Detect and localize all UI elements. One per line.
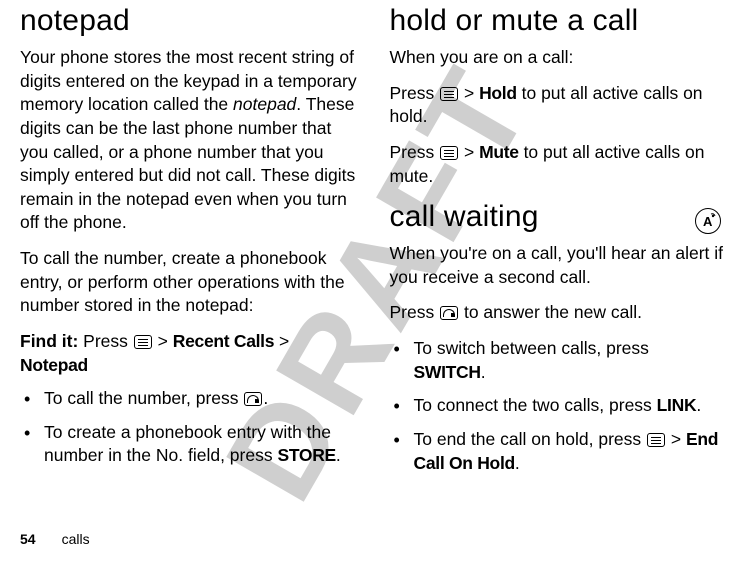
menu-notepad: Notepad bbox=[20, 355, 88, 375]
text: . These digits can be the last phone num… bbox=[20, 94, 355, 232]
text: Press bbox=[390, 302, 440, 322]
call-waiting-bullets: To switch between calls, press SWITCH. T… bbox=[390, 337, 726, 475]
menu-key-icon bbox=[440, 146, 458, 160]
menu-mute: Mute bbox=[479, 142, 519, 162]
svg-text:A: A bbox=[703, 214, 713, 229]
hold-instr: Press > Hold to put all active calls on … bbox=[390, 82, 726, 129]
text: Press bbox=[390, 83, 440, 103]
text: > bbox=[459, 83, 479, 103]
notepad-desc: Your phone stores the most recent string… bbox=[20, 46, 360, 235]
page-footer: 54 calls bbox=[20, 531, 90, 547]
list-item: To switch between calls, press SWITCH. bbox=[414, 337, 726, 384]
heading-call-waiting: call waiting bbox=[390, 200, 726, 234]
text: . bbox=[515, 453, 520, 473]
list-item: To connect the two calls, press LINK. bbox=[414, 394, 726, 418]
text: To end the call on hold, press bbox=[414, 429, 647, 449]
text: > bbox=[666, 429, 686, 449]
text: > bbox=[459, 142, 479, 162]
send-key-icon bbox=[244, 392, 262, 406]
text: . bbox=[696, 395, 701, 415]
feature-availability-icon: A bbox=[695, 208, 721, 234]
menu-recent-calls: Recent Calls bbox=[173, 331, 274, 351]
text: To call the number, press bbox=[44, 388, 243, 408]
menu-key-icon bbox=[647, 433, 665, 447]
on-call-intro: When you are on a call: bbox=[390, 46, 726, 70]
send-key-icon bbox=[440, 306, 458, 320]
list-item: To create a phonebook entry with the num… bbox=[44, 421, 360, 468]
notepad-term: notepad bbox=[233, 94, 296, 114]
page-number: 54 bbox=[20, 531, 36, 547]
text: To connect the two calls, press bbox=[414, 395, 657, 415]
text: > bbox=[153, 331, 173, 351]
left-column: notepad Your phone stores the most recen… bbox=[20, 0, 378, 565]
call-waiting-desc: When you're on a call, you'll hear an al… bbox=[390, 242, 726, 289]
text: Press bbox=[390, 142, 440, 162]
text: Press bbox=[78, 331, 132, 351]
notepad-instr: To call the number, create a phonebook e… bbox=[20, 247, 360, 318]
text: . bbox=[481, 362, 486, 382]
menu-hold: Hold bbox=[479, 83, 517, 103]
footer-section: calls bbox=[62, 531, 90, 547]
mute-instr: Press > Mute to put all active calls on … bbox=[390, 141, 726, 188]
right-column: hold or mute a call When you are on a ca… bbox=[378, 0, 736, 565]
text: To switch between calls, press bbox=[414, 338, 649, 358]
list-item: To end the call on hold, press > End Cal… bbox=[414, 428, 726, 475]
text: to answer the new call. bbox=[459, 302, 642, 322]
page-content: notepad Your phone stores the most recen… bbox=[0, 0, 755, 565]
answer-instr: Press to answer the new call. bbox=[390, 301, 726, 325]
text: > bbox=[274, 331, 289, 351]
text: . bbox=[336, 445, 341, 465]
heading-hold-mute: hold or mute a call bbox=[390, 4, 726, 38]
menu-key-icon bbox=[134, 335, 152, 349]
softkey-store: STORE bbox=[277, 445, 335, 465]
find-it-line: Find it: Press > Recent Calls > Notepad bbox=[20, 330, 360, 377]
find-it-label: Find it: bbox=[20, 331, 78, 351]
softkey-switch: SWITCH bbox=[414, 362, 481, 382]
heading-notepad: notepad bbox=[20, 4, 360, 38]
text: . bbox=[263, 388, 268, 408]
list-item: To call the number, press . bbox=[44, 387, 360, 411]
notepad-bullets: To call the number, press . To create a … bbox=[20, 387, 360, 468]
menu-key-icon bbox=[440, 87, 458, 101]
softkey-link: LINK bbox=[657, 395, 697, 415]
